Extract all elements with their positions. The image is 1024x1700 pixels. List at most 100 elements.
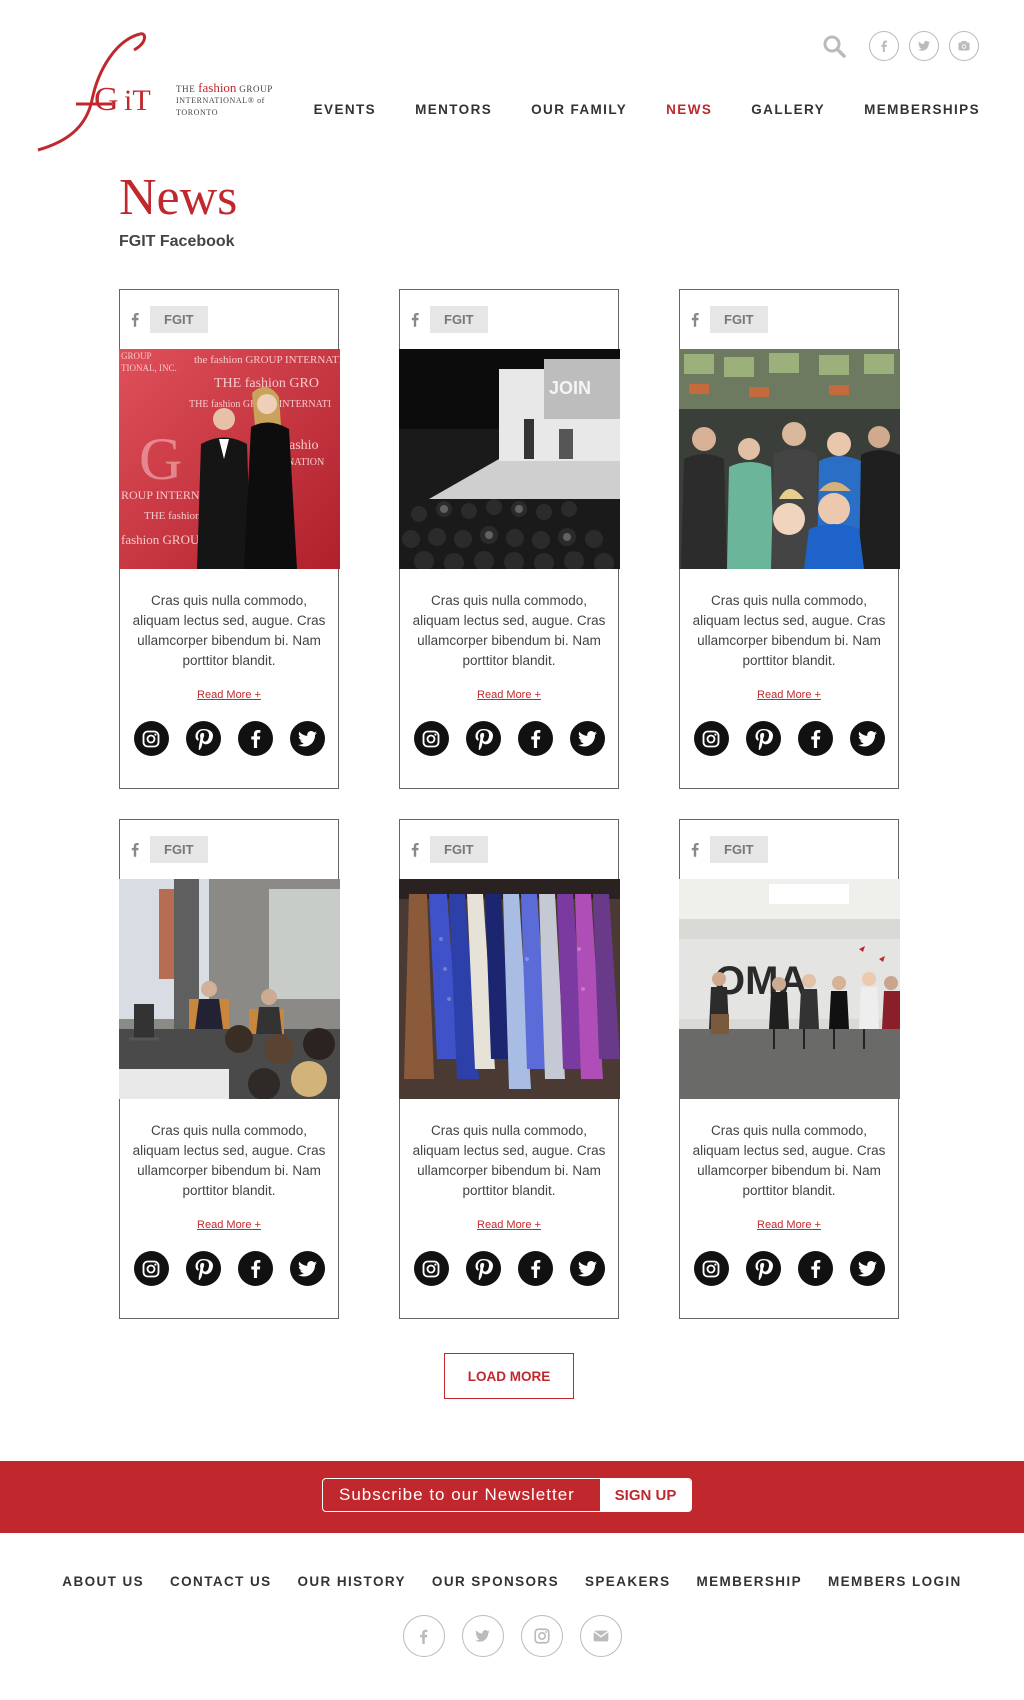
share-twitter-button[interactable]: [569, 721, 605, 756]
share-facebook-button[interactable]: [517, 721, 553, 756]
card-photo[interactable]: OMA: [679, 879, 900, 1099]
instagram-icon: [422, 730, 440, 747]
nav-news[interactable]: NEWS: [666, 102, 712, 117]
newsletter-email-input[interactable]: Subscribe to our Newsletter: [323, 1479, 600, 1511]
read-more-link[interactable]: Read More +: [680, 689, 898, 701]
footer-facebook-link[interactable]: [402, 1615, 445, 1657]
nav-gallery[interactable]: GALLERY: [751, 102, 825, 117]
svg-text:ashio: ashio: [289, 438, 319, 453]
card-excerpt: Cras quis nulla commodo, aliquam lectus …: [412, 593, 606, 668]
twitter-icon: [475, 1630, 490, 1642]
read-more-link[interactable]: Read More +: [120, 1219, 338, 1231]
read-more-link[interactable]: Read More +: [680, 1219, 898, 1231]
share-instagram-button[interactable]: [413, 1251, 449, 1286]
share-instagram-button[interactable]: [413, 721, 449, 756]
card-photo[interactable]: [119, 879, 340, 1099]
card-header: FGIT: [400, 820, 618, 879]
card-source-chip[interactable]: FGIT: [150, 836, 208, 863]
card-source-chip[interactable]: FGIT: [710, 836, 768, 863]
share-instagram-button[interactable]: [133, 721, 169, 756]
share-instagram-button[interactable]: [693, 721, 729, 756]
card-source-chip[interactable]: FGIT: [430, 306, 488, 333]
card-header: FGIT: [400, 290, 618, 349]
svg-text:the fashion GROUP INTERNATIONA: the fashion GROUP INTERNATIONAL: [194, 354, 340, 366]
share-pinterest-button[interactable]: [465, 721, 501, 756]
load-more-button[interactable]: LOAD MORE: [444, 1353, 574, 1399]
crowd-event-photo: [679, 349, 900, 569]
share-facebook-button[interactable]: [797, 1251, 833, 1286]
share-facebook-button[interactable]: [797, 721, 833, 756]
header-twitter-link[interactable]: [909, 31, 939, 61]
header-facebook-link[interactable]: [869, 31, 899, 61]
share-instagram-button[interactable]: [693, 1251, 729, 1286]
footer-instagram-link[interactable]: [520, 1615, 563, 1657]
footer-twitter-link[interactable]: [461, 1615, 504, 1657]
share-pinterest-button[interactable]: [465, 1251, 501, 1286]
card-excerpt: Cras quis nulla commodo, aliquam lectus …: [132, 1123, 326, 1198]
instagram-icon: [142, 1260, 160, 1277]
footer-link-our-sponsors[interactable]: OUR SPONSORS: [432, 1574, 559, 1589]
nav-memberships[interactable]: MEMBERSHIPS: [864, 102, 980, 117]
facebook-icon: [688, 311, 702, 329]
footer-nav: ABOUT US CONTACT US OUR HISTORY OUR SPON…: [0, 1574, 1024, 1589]
email-icon: [592, 1630, 609, 1642]
read-more-link[interactable]: Read More +: [400, 689, 618, 701]
newsletter-signup-button[interactable]: SIGN UP: [600, 1479, 691, 1511]
twitter-icon: [297, 1260, 317, 1277]
ties-rack-photo: [399, 879, 620, 1099]
share-twitter-button[interactable]: [569, 1251, 605, 1286]
twitter-icon: [577, 1260, 597, 1277]
share-twitter-button[interactable]: [849, 1251, 885, 1286]
footer-link-members-login[interactable]: MEMBERS LOGIN: [828, 1574, 962, 1589]
card-source-chip[interactable]: FGIT: [710, 306, 768, 333]
share-pinterest-button[interactable]: [185, 721, 221, 756]
facebook-icon: [881, 40, 887, 52]
nav-events[interactable]: EVENTS: [314, 102, 376, 117]
twitter-icon: [577, 730, 597, 747]
card-photo[interactable]: [679, 349, 900, 569]
header-icons: [819, 31, 979, 61]
card-photo[interactable]: [399, 879, 620, 1099]
footer-link-membership[interactable]: MEMBERSHIP: [696, 1574, 802, 1589]
footer-email-link[interactable]: [579, 1615, 622, 1657]
news-card: FGIT the fashion GROUP INTERNATIONAL THE…: [119, 289, 340, 789]
svg-text:G: G: [94, 81, 119, 118]
share-pinterest-button[interactable]: [745, 721, 781, 756]
facebook-icon: [128, 311, 142, 329]
footer-link-about-us[interactable]: ABOUT US: [62, 1574, 144, 1589]
share-facebook-button[interactable]: [237, 1251, 273, 1286]
news-card: FGIT Cras quis nulla commodo, aliquam le…: [399, 819, 620, 1319]
share-twitter-button[interactable]: [849, 721, 885, 756]
share-twitter-button[interactable]: [289, 721, 325, 756]
header-instagram-link[interactable]: [949, 31, 979, 61]
share-pinterest-button[interactable]: [745, 1251, 781, 1286]
search-button[interactable]: [819, 31, 849, 61]
share-instagram-button[interactable]: [133, 1251, 169, 1286]
nav-mentors[interactable]: MENTORS: [415, 102, 492, 117]
facebook-icon: [810, 729, 820, 748]
footer-link-speakers[interactable]: SPEAKERS: [585, 1574, 670, 1589]
read-more-link[interactable]: Read More +: [120, 689, 338, 701]
card-source-chip[interactable]: FGIT: [430, 836, 488, 863]
panel-talk-photo: OMA: [679, 879, 900, 1099]
card-photo[interactable]: JOIN: [399, 349, 620, 569]
share-twitter-button[interactable]: [289, 1251, 325, 1286]
share-facebook-button[interactable]: [517, 1251, 553, 1286]
card-photo[interactable]: the fashion GROUP INTERNATIONAL THE fash…: [119, 349, 340, 569]
svg-text:G: G: [139, 426, 182, 492]
card-excerpt: Cras quis nulla commodo, aliquam lectus …: [132, 593, 326, 668]
facebook-icon: [810, 1259, 820, 1278]
gala-red-carpet-photo: the fashion GROUP INTERNATIONAL THE fash…: [119, 349, 340, 569]
newsletter-form: Subscribe to our Newsletter SIGN UP: [322, 1478, 692, 1512]
footer-link-contact-us[interactable]: CONTACT US: [170, 1574, 272, 1589]
fgit-logo[interactable]: G iT THE fashion GROUP INTERNATIONAL® of…: [36, 30, 286, 152]
news-card: FGIT Cras quis nulla commodo, aliquam le…: [679, 289, 900, 789]
instagram-icon: [142, 730, 160, 747]
footer-link-our-history[interactable]: OUR HISTORY: [298, 1574, 406, 1589]
card-source-chip[interactable]: FGIT: [150, 306, 208, 333]
read-more-link[interactable]: Read More +: [400, 1219, 618, 1231]
share-pinterest-button[interactable]: [185, 1251, 221, 1286]
nav-our-family[interactable]: OUR FAMILY: [531, 102, 627, 117]
facebook-icon: [408, 311, 422, 329]
share-facebook-button[interactable]: [237, 721, 273, 756]
